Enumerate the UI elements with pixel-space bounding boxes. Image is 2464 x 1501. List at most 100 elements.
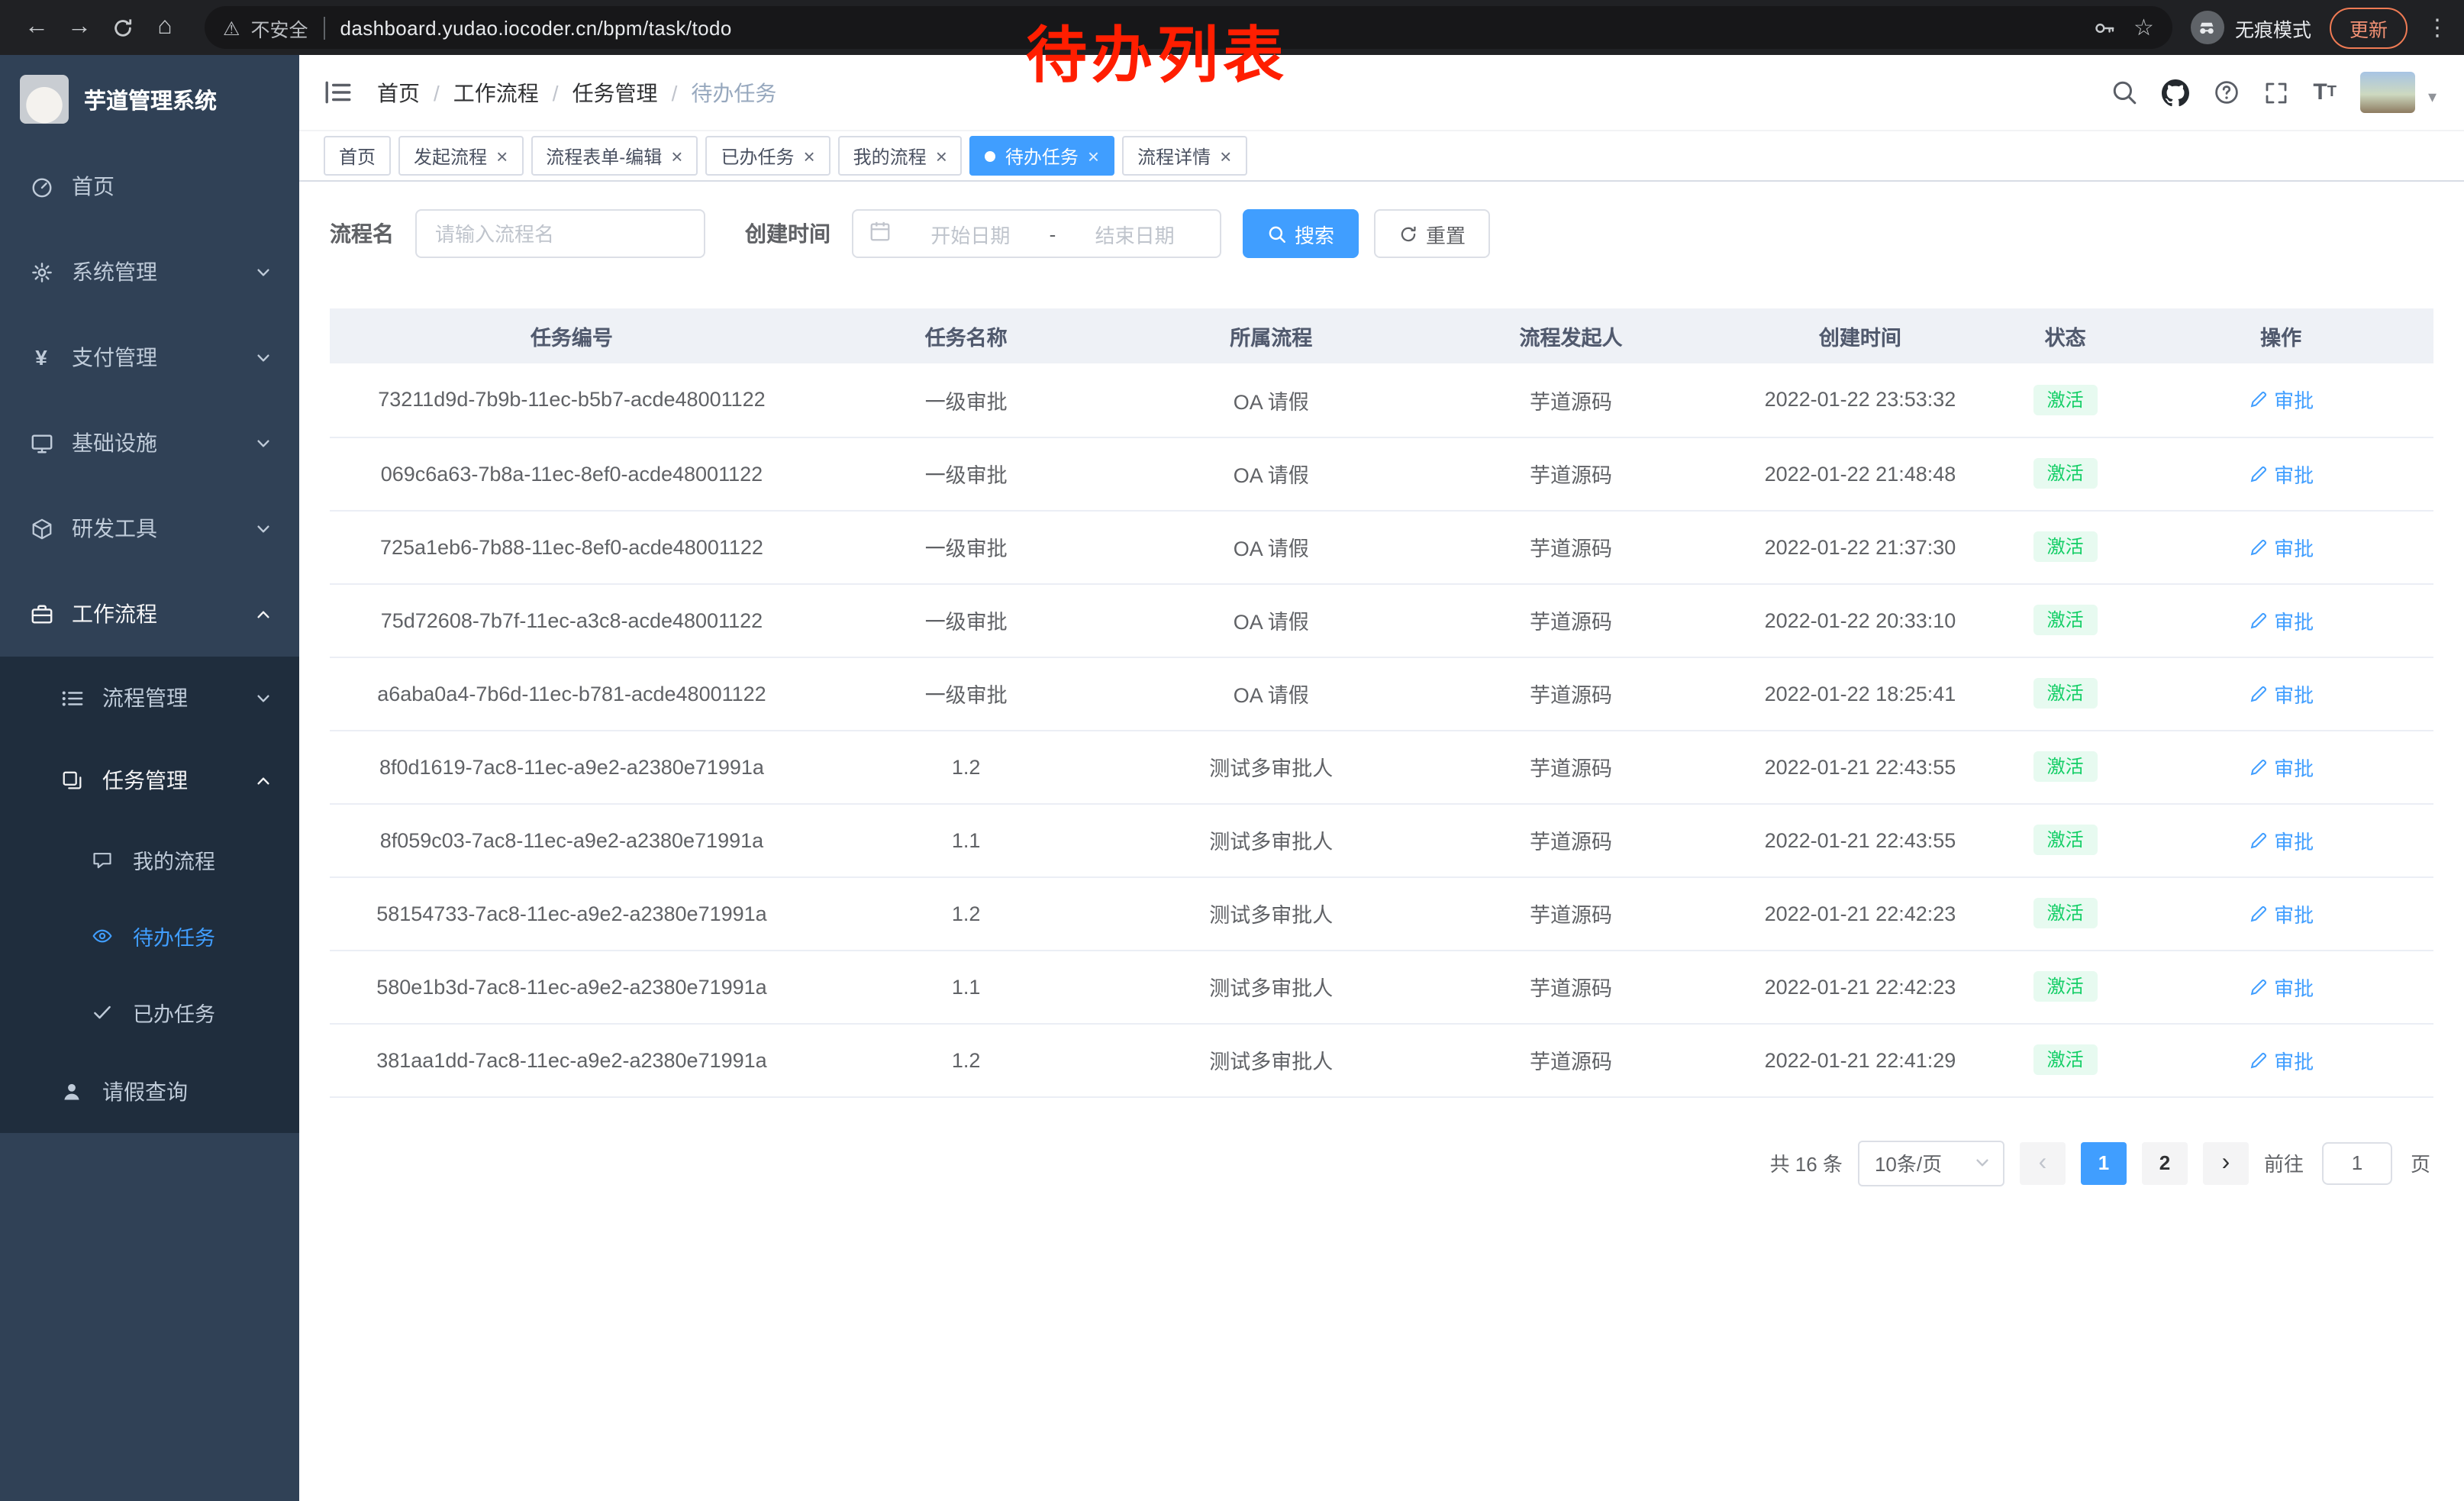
approve-link[interactable]: 审批 (2248, 605, 2314, 634)
sidebar-item-done-task[interactable]: 已办任务 (0, 974, 299, 1051)
check-icon (89, 1000, 116, 1025)
breadcrumb-workflow[interactable]: 工作流程 (453, 77, 539, 108)
prev-page-button[interactable]: ‹ (2020, 1141, 2066, 1184)
browser-reload-icon[interactable] (101, 6, 144, 49)
reset-button[interactable]: 重置 (1374, 209, 1490, 258)
search-button[interactable]: 搜索 (1243, 209, 1359, 258)
cell-process: OA 请假 (1119, 363, 1424, 437)
goto-page-input[interactable] (2322, 1141, 2392, 1184)
table-row: 58154733-7ac8-11ec-a9e2-a2380e71991a1.2测… (330, 876, 2433, 950)
password-key-icon[interactable] (2092, 16, 2115, 39)
font-size-icon[interactable]: TT (2313, 79, 2337, 105)
monitor-icon (27, 431, 55, 455)
cell-task-name: 一级审批 (814, 437, 1119, 510)
avatar-caret-icon[interactable]: ▾ (2428, 87, 2437, 113)
user-avatar[interactable] (2361, 72, 2416, 113)
approve-link[interactable]: 审批 (2248, 1045, 2314, 1074)
tab-close-icon[interactable]: × (496, 146, 508, 166)
yen-icon: ¥ (27, 345, 55, 370)
cell-created-time: 2022-01-21 22:42:23 (1718, 950, 2002, 1023)
navbar-actions: TT ▾ (2111, 72, 2437, 113)
end-date-placeholder[interactable]: 结束日期 (1065, 219, 1205, 248)
sidebar-item-devtools[interactable]: 研发工具 (0, 486, 299, 571)
cell-initiator: 芋道源码 (1424, 803, 1718, 876)
cell-task-name: 一级审批 (814, 510, 1119, 583)
tab-流程详情[interactable]: 流程详情× (1122, 136, 1247, 176)
tab-close-icon[interactable]: × (936, 146, 947, 166)
tab-close-icon[interactable]: × (1220, 146, 1231, 166)
browser-update-button[interactable]: 更新 (2330, 7, 2408, 48)
sidebar-item-leave-query[interactable]: 请假查询 (0, 1051, 299, 1133)
sidebar-item-task-mgmt[interactable]: 任务管理 (0, 739, 299, 822)
sidebar-item-process-mgmt[interactable]: 流程管理 (0, 657, 299, 739)
approve-link[interactable]: 审批 (2248, 972, 2314, 1001)
breadcrumb-home[interactable]: 首页 (377, 77, 420, 108)
gear-icon (27, 260, 55, 284)
approve-link[interactable]: 审批 (2248, 386, 2314, 415)
cell-process: OA 请假 (1119, 437, 1424, 510)
person-icon (58, 1080, 85, 1104)
cell-task-id: a6aba0a4-7b6d-11ec-b781-acde48001122 (330, 657, 814, 730)
github-icon[interactable] (2162, 79, 2189, 106)
approve-link[interactable]: 审批 (2248, 752, 2314, 781)
tab-我的流程[interactable]: 我的流程× (838, 136, 963, 176)
approve-link[interactable]: 审批 (2248, 825, 2314, 854)
browser-home-icon[interactable]: ⌂ (144, 6, 186, 49)
search-icon[interactable] (2111, 79, 2137, 105)
sidebar-item-infra[interactable]: 基础设施 (0, 400, 299, 486)
breadcrumb-task-mgmt[interactable]: 任务管理 (572, 77, 658, 108)
approve-link[interactable]: 审批 (2248, 679, 2314, 708)
start-date-placeholder[interactable]: 开始日期 (901, 219, 1040, 248)
cell-initiator: 芋道源码 (1424, 583, 1718, 657)
tab-close-icon[interactable]: × (803, 146, 814, 166)
tab-close-icon[interactable]: × (671, 146, 682, 166)
sidebar-item-home[interactable]: 首页 (0, 144, 299, 229)
tab-close-icon[interactable]: × (1088, 146, 1099, 166)
url-text: dashboard.yudao.iocoder.cn/bpm/task/todo (340, 16, 731, 39)
approve-link[interactable]: 审批 (2248, 532, 2314, 561)
app-logo[interactable]: 芋道管理系统 (0, 55, 299, 144)
process-name-input[interactable] (415, 209, 705, 258)
screen: ← → ⌂ ⚠ 不安全 dashboard.yudao.iocoder.cn/b… (0, 0, 2464, 1501)
col-initiator: 流程发起人 (1424, 308, 1718, 363)
help-icon[interactable] (2214, 79, 2240, 105)
warning-icon: ⚠ (223, 16, 240, 39)
page-size-select[interactable]: 10条/页 (1858, 1140, 2004, 1186)
sidebar-item-system[interactable]: 系统管理 (0, 229, 299, 315)
date-range-picker[interactable]: 开始日期 - 结束日期 (852, 209, 1221, 258)
tab-待办任务[interactable]: 待办任务× (970, 136, 1114, 176)
bookmark-star-icon[interactable]: ☆ (2133, 14, 2154, 41)
sidebar-item-todo-task[interactable]: 待办任务 (0, 898, 299, 974)
cell-initiator: 芋道源码 (1424, 730, 1718, 803)
cell-task-id: 75d72608-7b7f-11ec-a3c8-acde48001122 (330, 583, 814, 657)
approve-link[interactable]: 审批 (2248, 899, 2314, 928)
table-row: 8f059c03-7ac8-11ec-a9e2-a2380e71991a1.1测… (330, 803, 2433, 876)
sidebar-item-workflow[interactable]: 工作流程 (0, 571, 299, 657)
tab-首页[interactable]: 首页 (324, 136, 391, 176)
tab-发起流程[interactable]: 发起流程× (398, 136, 523, 176)
tab-已办任务[interactable]: 已办任务× (705, 136, 830, 176)
cell-task-id: 8f059c03-7ac8-11ec-a9e2-a2380e71991a (330, 803, 814, 876)
approve-link[interactable]: 审批 (2248, 459, 2314, 488)
page-button-1[interactable]: 1 (2081, 1141, 2127, 1184)
cell-task-name: 1.1 (814, 950, 1119, 1023)
browser-menu-icon[interactable]: ⋮ (2426, 14, 2449, 41)
sidebar-item-my-process[interactable]: 我的流程 (0, 822, 299, 898)
cell-task-name: 一级审批 (814, 657, 1119, 730)
tab-流程表单-编辑[interactable]: 流程表单-编辑× (531, 136, 698, 176)
security-indicator[interactable]: ⚠ 不安全 (223, 13, 308, 42)
chevron-down-icon (255, 263, 272, 280)
fullscreen-icon[interactable] (2264, 80, 2288, 105)
task-table-body: 73211d9d-7b9b-11ec-b5b7-acde48001122一级审批… (330, 363, 2433, 1096)
next-page-button[interactable]: › (2203, 1141, 2249, 1184)
cell-created-time: 2022-01-21 22:43:55 (1718, 730, 2002, 803)
col-process: 所属流程 (1119, 308, 1424, 363)
security-label: 不安全 (250, 13, 308, 42)
collapse-sidebar-icon[interactable] (324, 79, 353, 105)
workflow-submenu: 流程管理 任务管理 我的流程 (0, 657, 299, 1133)
sidebar-item-payment[interactable]: ¥ 支付管理 (0, 315, 299, 400)
page-button-2[interactable]: 2 (2142, 1141, 2188, 1184)
browser-back-icon[interactable]: ← (15, 6, 58, 49)
chevron-down-icon (255, 349, 272, 366)
browser-forward-icon[interactable]: → (58, 6, 101, 49)
